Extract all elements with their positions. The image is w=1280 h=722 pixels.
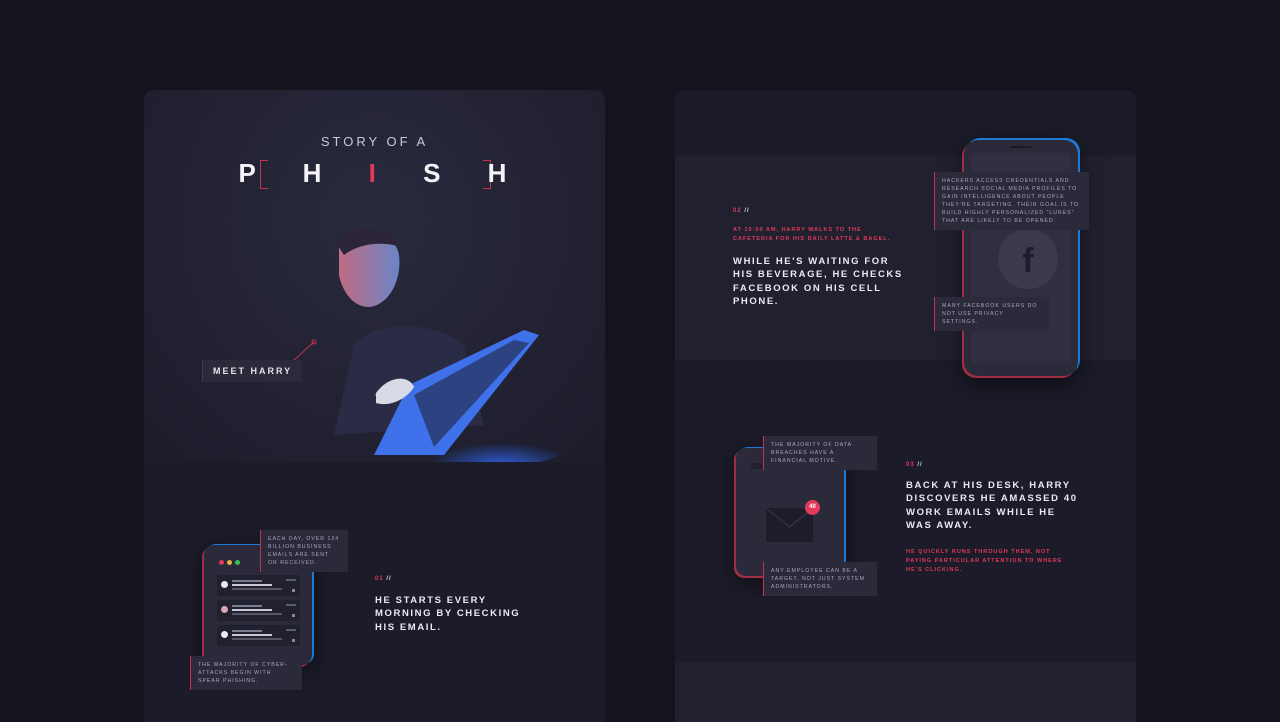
- email-stat-tooltip: EACH DAY, OVER 124 BILLION BUSINESS EMAI…: [260, 530, 348, 573]
- step-3-detail: HE QUICKLY RUNS THROUGH THEM, NOT PAYING…: [906, 549, 1063, 573]
- data-breach-tooltip: THE MAJORITY OF DATA BREACHES HAVE A FIN…: [763, 436, 877, 471]
- step-number: 03 //: [906, 462, 923, 468]
- hero-section: STORY OF A P H I S H MEET HARRY: [144, 90, 605, 465]
- hackers-research-tooltip: HACKERS ACCESS CREDENTIALS AND RESEARCH …: [934, 172, 1089, 231]
- step-number: 02 //: [733, 208, 750, 214]
- privacy-settings-tooltip: MANY FACEBOOK USERS DO NOT USE PRIVACY S…: [934, 297, 1049, 332]
- step-number: 01 //: [375, 576, 392, 582]
- step-2-heading: WHILE HE'S WAITING FOR HIS BEVERAGE, HE …: [733, 256, 903, 308]
- meet-harry-label: MEET HARRY: [202, 360, 303, 382]
- callout-line: [293, 339, 317, 361]
- step-1-heading: HE STARTS EVERY MORNING BY CHECKING HIS …: [375, 595, 521, 633]
- step-3-heading: BACK AT HIS DESK, HARRY DISCOVERS HE AMA…: [906, 480, 1078, 532]
- list-item: [217, 600, 300, 621]
- story-card-left: STORY OF A P H I S H MEET HARRY EACH DAY…: [144, 90, 605, 722]
- page-title: P H I S H: [238, 158, 527, 188]
- list-item: [217, 575, 300, 596]
- story-subtitle: STORY OF A: [320, 134, 429, 149]
- window-minimize-dot: [227, 560, 232, 565]
- any-employee-tooltip: ANY EMPLOYEE CAN BE A TARGET, NOT JUST S…: [763, 562, 877, 597]
- spear-phishing-tooltip: THE MAJORITY OF CYBER-ATTACKS BEGIN WITH…: [190, 656, 302, 691]
- unread-count-badge: 40: [805, 500, 820, 515]
- step-2-detail: AT 10:00 AM, HARRY WALKS TO THE CAFETERI…: [733, 227, 891, 242]
- next-band: [675, 662, 1136, 722]
- window-close-dot: [219, 560, 224, 565]
- title-highlight-letter: I: [368, 158, 396, 188]
- list-item: [217, 625, 300, 646]
- window-maximize-dot: [235, 560, 240, 565]
- story-card-right: f HACKERS ACCESS CREDENTIALS AND RESEARC…: [675, 90, 1136, 722]
- envelope-icon: [766, 508, 813, 542]
- person-with-laptop-illustration: [334, 229, 574, 465]
- facebook-icon: f: [998, 229, 1058, 289]
